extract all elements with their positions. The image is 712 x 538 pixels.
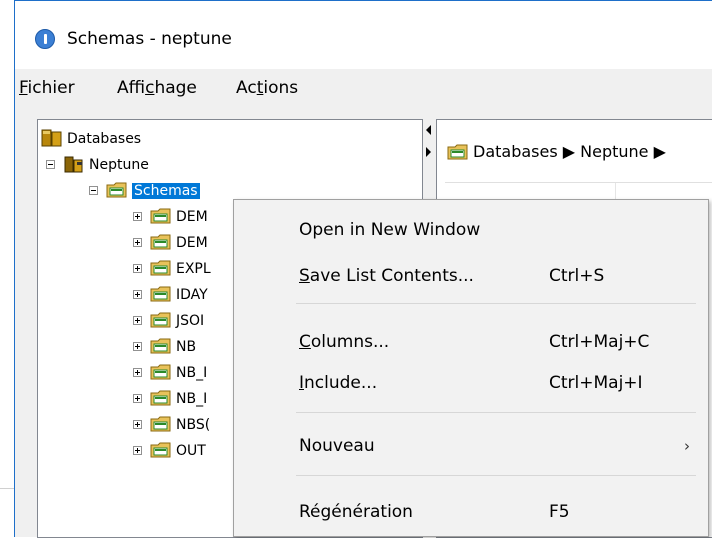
- server-icon: [64, 156, 83, 173]
- tree-item-schema[interactable]: JSOI: [133, 308, 204, 334]
- menu-label: Open in New Window: [299, 220, 481, 240]
- tree-label: DEM: [176, 235, 208, 251]
- menu-columns[interactable]: Columns... Ctrl+Maj+C: [234, 324, 708, 360]
- menu-separator: [296, 412, 696, 413]
- tree-item-schema[interactable]: DEM: [133, 230, 208, 256]
- tree-item-schema[interactable]: IDAY: [133, 282, 208, 308]
- info-icon: [35, 29, 55, 49]
- collapse-icon[interactable]: [46, 159, 55, 169]
- collapse-icon[interactable]: [89, 185, 98, 195]
- menu-shortcut: Ctrl+Maj+C: [549, 332, 650, 352]
- expand-icon[interactable]: [133, 211, 142, 221]
- expand-icon[interactable]: [133, 445, 142, 455]
- tree-item-schema[interactable]: NB_I: [133, 360, 207, 386]
- expand-icon[interactable]: [133, 341, 142, 351]
- menu-shortcut: Ctrl+Maj+I: [549, 373, 643, 393]
- menu-label: Columns...: [299, 332, 390, 352]
- breadcrumb-text: Databases ▶ Neptune ▶: [473, 142, 666, 161]
- menu-label: Régénération: [299, 502, 413, 522]
- tree-label: IDAY: [176, 287, 208, 303]
- title-bar[interactable]: Schemas - neptune: [15, 1, 712, 69]
- tree-label: DEM: [176, 209, 208, 225]
- menu-shortcut: Ctrl+S: [549, 266, 605, 286]
- expand-icon[interactable]: [133, 419, 142, 429]
- tree-item-schema[interactable]: OUT: [133, 438, 206, 464]
- tree-item-schema[interactable]: NB: [133, 334, 196, 360]
- menu-affichage[interactable]: Affichage: [117, 78, 197, 98]
- menu-include[interactable]: Include... Ctrl+Maj+I: [234, 365, 708, 401]
- folder-icon: [150, 442, 171, 458]
- tree-item-schemas[interactable]: Schemas: [89, 178, 200, 204]
- expand-icon[interactable]: [133, 263, 142, 273]
- folder-icon: [150, 390, 171, 406]
- menu-save-list-contents[interactable]: Save List Contents... Ctrl+S: [234, 258, 708, 294]
- tree-label: NB_I: [176, 391, 208, 407]
- expand-icon[interactable]: [133, 393, 142, 403]
- tree-item-schema[interactable]: NBS(: [133, 412, 210, 438]
- expand-icon[interactable]: [133, 289, 142, 299]
- menu-bar: Fichier Affichage Actions: [15, 75, 712, 103]
- tree-label: Databases: [67, 131, 142, 147]
- expand-icon[interactable]: [133, 315, 142, 325]
- menu-nouveau[interactable]: Nouveau ›: [234, 428, 708, 464]
- menu-actions[interactable]: Actions: [236, 78, 298, 98]
- menu-shortcut: F5: [549, 502, 570, 522]
- tree-item-schema[interactable]: EXPL: [133, 256, 211, 282]
- folder-icon: [150, 260, 171, 276]
- submenu-arrow-icon: ›: [684, 437, 690, 455]
- window-title: Schemas - neptune: [67, 29, 232, 49]
- databases-icon: [41, 129, 62, 147]
- tree-item-neptune[interactable]: Neptune: [46, 152, 149, 178]
- tree-item-databases[interactable]: Databases: [41, 126, 141, 152]
- folder-icon: [150, 364, 171, 380]
- tree-label: NB: [176, 339, 197, 355]
- tree-label: EXPL: [176, 261, 211, 277]
- menu-separator: [296, 475, 696, 476]
- pane-splitter[interactable]: [426, 125, 434, 165]
- menu-label: Save List Contents...: [299, 266, 474, 286]
- tree-label: OUT: [176, 443, 206, 459]
- menu-regeneration[interactable]: Régénération F5: [234, 494, 708, 530]
- desktop-strip: [0, 489, 14, 537]
- folder-icon: [150, 312, 171, 328]
- menu-label: Nouveau: [299, 436, 375, 456]
- collapse-left-icon[interactable]: [426, 125, 431, 135]
- folder-icon: [150, 416, 171, 432]
- menu-open-new-window[interactable]: Open in New Window: [234, 212, 708, 248]
- folder-icon: [447, 144, 468, 159]
- context-menu: Open in New Window Save List Contents...…: [233, 199, 709, 537]
- tree-label: JSOI: [176, 313, 205, 329]
- tree-label-selected: Schemas: [132, 183, 200, 199]
- folder-icon: [150, 338, 171, 354]
- menu-fichier[interactable]: Fichier: [19, 78, 75, 98]
- expand-icon[interactable]: [133, 237, 142, 247]
- folder-icon: [150, 208, 171, 224]
- tree-item-schema[interactable]: NB_I: [133, 386, 207, 412]
- tree-label: NB_I: [176, 365, 208, 381]
- tree-item-schema[interactable]: DEM: [133, 204, 208, 230]
- breadcrumb: Databases ▶ Neptune ▶: [447, 142, 666, 162]
- menu-label: Include...: [299, 373, 378, 393]
- tree-label: Neptune: [89, 157, 149, 173]
- tree-label: NBS(: [176, 417, 211, 433]
- expand-right-icon[interactable]: [426, 147, 431, 157]
- expand-icon[interactable]: [133, 367, 142, 377]
- folder-icon: [150, 234, 171, 250]
- folder-icon: [106, 182, 127, 198]
- folder-icon: [150, 286, 171, 302]
- menu-separator: [296, 303, 696, 304]
